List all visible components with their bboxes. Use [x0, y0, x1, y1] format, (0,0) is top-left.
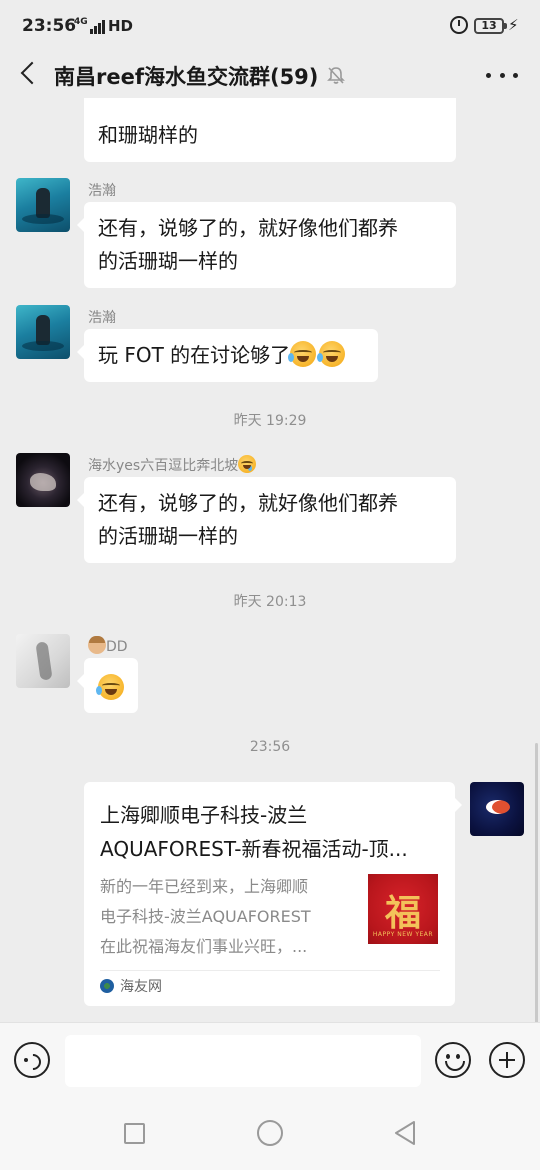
crying-face-emoji — [238, 455, 257, 473]
battery-icon: 13 — [474, 18, 507, 34]
network-type: 4G — [74, 17, 88, 27]
chat-messages[interactable]: 和珊瑚样的 浩瀚 还有，说够了的，就好像他们都养 的活珊瑚一样的 浩瀚 玩 FO… — [0, 98, 540, 1022]
recent-apps-button[interactable] — [124, 1123, 145, 1144]
message-bubble[interactable]: 还有，说够了的，就好像他们都养 的活珊瑚一样的 — [77, 477, 456, 563]
input-bar — [0, 1022, 540, 1098]
link-card-title: 上海卿顺电子科技-波兰 AQUAFOREST-新春祝福活动-顶... — [100, 803, 408, 861]
message-text-line: 还有，说够了的，就好像他们都养 — [98, 216, 398, 240]
link-card-description: 新的一年已经到来，上海卿顺 电子科技-波兰AQUAFOREST 在此祝福海友们事… — [100, 877, 311, 956]
sender-name: 浩瀚 — [88, 183, 116, 199]
back-button[interactable] — [16, 60, 44, 88]
message-bubble[interactable]: 和珊瑚样的 — [84, 98, 456, 162]
charging-icon: ⚡ — [508, 16, 519, 34]
chat-title: 南昌reef海水鱼交流群(59) — [54, 65, 319, 89]
more-actions-button[interactable] — [489, 1042, 525, 1078]
sender-avatar[interactable] — [16, 453, 70, 507]
home-button[interactable] — [257, 1120, 283, 1146]
crying-laughing-emoji — [96, 674, 124, 700]
more-options-button[interactable] — [486, 62, 518, 88]
message-text: 玩 FOT 的在讨论够了 — [98, 343, 291, 367]
status-bar: 23:56 4G HD 13 ⚡ — [0, 0, 540, 52]
message-bubble[interactable]: 玩 FOT 的在讨论够了 — [77, 329, 378, 382]
hd-indicator: HD — [108, 17, 134, 35]
message-input[interactable] — [65, 1035, 421, 1087]
sender-name: 海水yes六百逗比奔北坡 — [88, 455, 257, 475]
face-emoji — [88, 636, 106, 654]
timestamp: 23:56 — [249, 739, 291, 755]
sender-name: DD — [88, 636, 128, 655]
mute-bell-icon — [326, 65, 346, 85]
timestamp: 昨天 20:13 — [233, 594, 307, 610]
link-card-thumbnail: 福 HAPPY NEW YEAR — [368, 874, 438, 944]
message-text-line: 的活珊瑚一样的 — [98, 524, 238, 548]
link-card-source: 海友网 — [100, 976, 162, 998]
message-text-line: 的活珊瑚一样的 — [98, 249, 238, 273]
message-bubble[interactable]: 还有，说够了的，就好像他们都养 的活珊瑚一样的 — [77, 202, 456, 288]
link-card[interactable]: 上海卿顺电子科技-波兰 AQUAFOREST-新春祝福活动-顶... 新的一年已… — [84, 782, 462, 1006]
message-text-line: 还有，说够了的，就好像他们都养 — [98, 491, 398, 515]
sender-avatar[interactable] — [16, 634, 70, 688]
scrollbar[interactable] — [535, 743, 538, 1022]
signal-icon — [90, 18, 106, 34]
message-bubble[interactable] — [77, 658, 138, 713]
sender-avatar[interactable] — [16, 305, 70, 359]
source-logo-icon — [100, 979, 114, 993]
timestamp: 昨天 19:29 — [233, 413, 307, 429]
sender-name: 浩瀚 — [88, 310, 116, 326]
card-divider — [100, 970, 440, 971]
crying-laughing-emoji — [317, 341, 346, 367]
crying-laughing-emoji — [288, 341, 317, 367]
nav-back-button[interactable] — [394, 1120, 416, 1146]
sender-avatar[interactable] — [16, 178, 70, 232]
message-text: 和珊瑚样的 — [98, 123, 198, 147]
chat-header: 南昌reef海水鱼交流群(59) — [0, 52, 540, 98]
alarm-icon — [450, 16, 468, 34]
status-time: 23:56 — [22, 16, 77, 36]
self-avatar[interactable] — [470, 782, 524, 836]
emoji-button[interactable] — [435, 1042, 471, 1078]
voice-input-button[interactable] — [14, 1042, 50, 1078]
system-nav-bar — [0, 1098, 540, 1170]
